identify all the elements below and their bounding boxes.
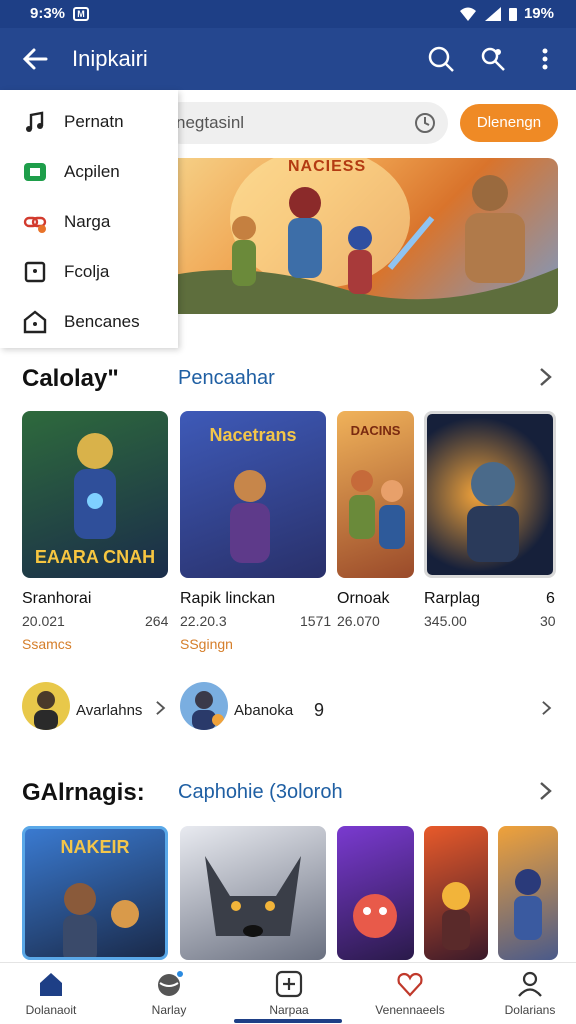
search-icon[interactable]	[426, 44, 456, 74]
game-art	[514, 869, 542, 940]
game-card[interactable]	[180, 826, 326, 960]
square-dot-icon	[24, 261, 46, 283]
status-time: 9:3%	[30, 5, 66, 22]
search-action-button[interactable]: Dlenengn	[460, 104, 558, 142]
chevron-right-icon[interactable]	[536, 366, 554, 388]
drawer-item-label: Acpilen	[64, 162, 120, 181]
drawer-item-fcolja[interactable]: Fcolja	[22, 252, 172, 292]
game-stat: 30	[540, 613, 556, 629]
home-icon	[40, 973, 62, 996]
avatar[interactable]	[22, 682, 70, 730]
game-stat: 22.20.3	[180, 613, 227, 629]
search-input[interactable]: negtasinl	[160, 102, 448, 144]
app-bar: Inipkairi	[0, 28, 576, 90]
section-title: GAlrnagis:	[22, 779, 145, 806]
drawer-item-label: Fcolja	[64, 262, 110, 281]
game-stat: 1571	[300, 613, 332, 629]
profile-icon	[518, 971, 542, 997]
more-options-icon[interactable]	[530, 44, 560, 74]
side-drawer: Pernatn Acpilen Narga Fcolja Bencanes	[0, 90, 178, 348]
nav-label: Dolanaoit	[25, 1003, 77, 1017]
nav-item-narpaa[interactable]: Narpaa	[234, 969, 344, 1017]
active-tab-indicator	[234, 1019, 342, 1023]
creator-count: 9	[314, 700, 325, 720]
section-link[interactable]: Pencaahar	[178, 367, 275, 390]
music-note-icon	[26, 111, 44, 132]
status-bar: 9:3% M 19%	[0, 0, 576, 28]
game-name: Rapik linckan	[180, 590, 276, 607]
game-tag: SSgingn	[180, 636, 233, 652]
game-card[interactable]	[424, 411, 556, 578]
creators-row: Avarlahns Abanoka 9	[0, 680, 576, 736]
nav-item-dolarians[interactable]: Dolarians	[475, 969, 576, 1017]
nav-label: Narlay	[151, 1003, 187, 1017]
signal-icon	[484, 6, 501, 21]
game-card[interactable]	[498, 826, 558, 960]
game-tag: Ssamcs	[22, 636, 72, 652]
game-stat: 26.070	[337, 613, 380, 629]
creator-label[interactable]: Abanoka	[234, 702, 293, 719]
bottom-navigation: Dolanaoit Narlay Narpaa Venennaeels Dola…	[0, 962, 576, 1024]
game-stat: 20.021	[22, 613, 65, 629]
drawer-item-narga[interactable]: Narga	[22, 202, 172, 242]
home-box-icon	[23, 310, 47, 334]
drawer-item-label: Narga	[64, 212, 111, 231]
globe-icon	[158, 971, 183, 996]
history-icon[interactable]	[414, 112, 436, 134]
nav-label: Narpaa	[269, 1003, 309, 1017]
battery-level: 19%	[523, 5, 554, 22]
game-name: Ornoak	[337, 590, 390, 607]
chevron-right-icon[interactable]	[536, 780, 554, 802]
drawer-item-label: Bencanes	[64, 312, 140, 331]
game-card[interactable]: EAARA CNAH	[22, 411, 168, 578]
wolf-art	[205, 856, 301, 937]
game-art-title: EAARA CNAH	[34, 547, 156, 567]
nav-item-home[interactable]: Dolanaoit	[0, 969, 106, 1017]
search-settings-icon[interactable]	[478, 44, 508, 74]
game-card[interactable]	[424, 826, 488, 960]
game-card[interactable]: DACINS	[337, 411, 414, 578]
back-arrow-icon[interactable]	[20, 44, 50, 74]
nav-label: Dolarians	[504, 1003, 556, 1017]
game-name: Sranhorai	[22, 590, 92, 607]
drawer-item-acpilen[interactable]: Acpilen	[22, 152, 172, 192]
nav-label: Venennaeels	[375, 1003, 445, 1017]
drawer-item-bencanes[interactable]: Bencanes	[22, 302, 172, 342]
heart-icon	[397, 972, 423, 997]
game-stat: 345.00	[424, 613, 467, 629]
avatar[interactable]	[180, 682, 228, 730]
search-placeholder: negtasinl	[176, 113, 245, 132]
game-name: 6	[546, 590, 555, 607]
chevron-right-icon[interactable]	[153, 698, 167, 718]
drawer-item-label: Pernatn	[64, 112, 124, 131]
nav-item-narlay[interactable]: Narlay	[114, 969, 224, 1017]
game-art	[442, 882, 470, 950]
game-card[interactable]	[337, 826, 414, 960]
notification-icon: M	[73, 6, 90, 21]
game-name: Rarplag	[424, 590, 481, 607]
section-link[interactable]: Caphohie (3oloroh	[178, 781, 343, 804]
hero-banner[interactable]: NACIESS	[160, 158, 558, 314]
game-art-title: DACINS	[350, 423, 401, 438]
hero-art	[160, 158, 558, 314]
drawer-item-pernatn[interactable]: Pernatn	[22, 102, 172, 142]
game-card[interactable]: NAKEIR	[22, 826, 168, 960]
game-stat: 264	[145, 613, 169, 629]
app-green-icon	[24, 163, 46, 181]
game-art	[467, 462, 519, 562]
section-title: Calolay"	[22, 365, 119, 392]
creator-label[interactable]: Avarlahns	[76, 702, 142, 719]
page-title: Inipkairi	[72, 46, 148, 71]
chevron-right-icon[interactable]	[539, 698, 553, 718]
link-red-icon	[23, 216, 47, 233]
nav-item-venennaeels[interactable]: Venennaeels	[355, 969, 465, 1017]
game-art	[353, 894, 397, 938]
plus-box-icon	[275, 970, 303, 998]
battery-icon	[508, 7, 517, 21]
game-card[interactable]: Nacetrans	[180, 411, 326, 578]
game-art-title: NAKEIR	[60, 837, 130, 857]
hero-title: NACIESS	[288, 158, 367, 175]
wifi-icon	[459, 7, 476, 21]
game-art-title: Nacetrans	[209, 425, 297, 445]
